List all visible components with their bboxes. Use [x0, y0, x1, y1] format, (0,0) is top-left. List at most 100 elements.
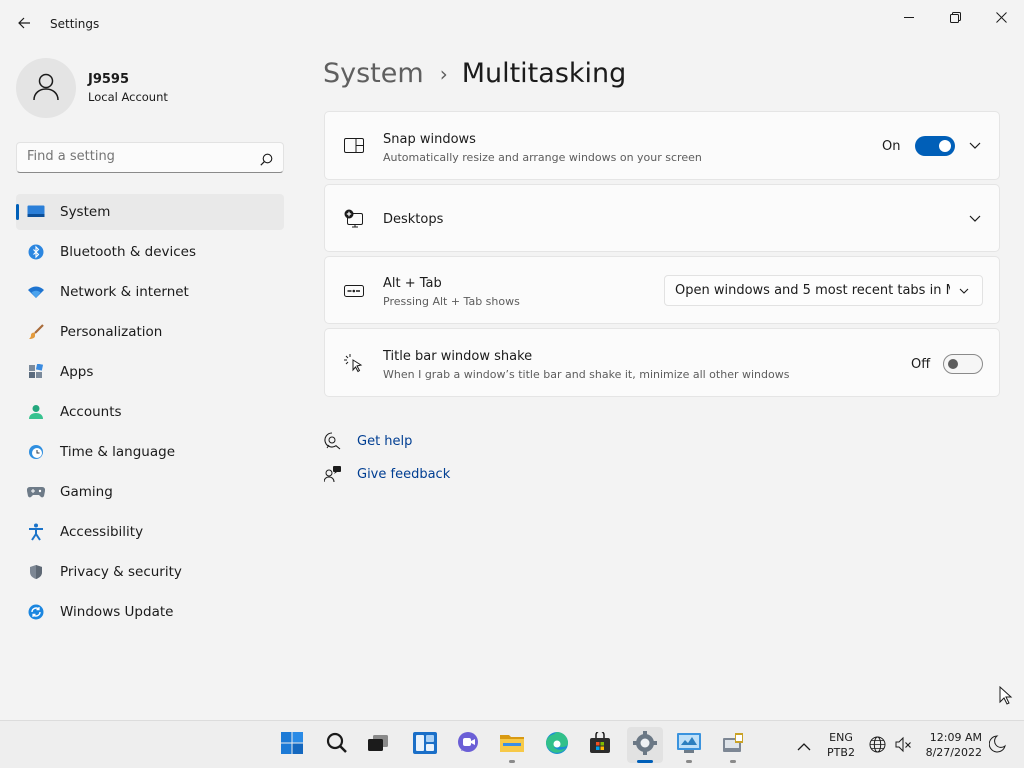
sidebar-item-label: Personalization	[60, 324, 163, 340]
get-help-label: Get help	[357, 433, 413, 449]
snap-windows-state: On	[882, 139, 901, 154]
search-input[interactable]	[27, 149, 247, 164]
title-bar-shake-state: Off	[911, 357, 931, 372]
give-feedback-label: Give feedback	[357, 466, 451, 482]
taskbar-search-button[interactable]	[319, 727, 355, 763]
sidebar-item-label: System	[60, 204, 111, 220]
device-manager-button[interactable]	[715, 727, 751, 763]
sidebar-item-label: Gaming	[60, 484, 113, 500]
widgets-button[interactable]	[407, 727, 443, 763]
running-indicator	[730, 760, 736, 763]
sidebar-item-windows-update[interactable]: Windows Update	[16, 594, 284, 630]
shield-icon	[27, 563, 45, 581]
volume-tray-icon[interactable]	[895, 736, 912, 757]
get-help-link[interactable]: Get help	[323, 431, 412, 451]
clock-time: 12:09 AM	[929, 731, 982, 744]
restore-button[interactable]	[933, 4, 977, 30]
desktops-icon	[343, 208, 365, 230]
breadcrumb-parent[interactable]: System	[323, 58, 424, 89]
avatar	[16, 58, 76, 118]
language-indicator[interactable]: ENG PTB2	[822, 730, 860, 760]
minimize-button[interactable]	[887, 4, 931, 30]
gamepad-icon	[27, 483, 45, 501]
sidebar-item-personalization[interactable]: Personalization	[16, 314, 284, 350]
user-profile[interactable]: J9595 Local Account	[16, 58, 168, 118]
title-bar-shake-toggle[interactable]	[943, 354, 983, 374]
settings-taskbar-button[interactable]	[627, 727, 663, 763]
accounts-icon	[27, 403, 45, 421]
close-button[interactable]	[979, 4, 1023, 30]
sidebar-item-network[interactable]: Network & internet	[16, 274, 284, 310]
alt-tab-selected-option: Open windows and 5 most recent tabs in M	[675, 283, 950, 298]
user-icon	[31, 71, 61, 105]
mouse-cursor-icon	[999, 685, 1013, 710]
feedback-icon	[323, 464, 343, 484]
start-button[interactable]	[274, 727, 310, 763]
breadcrumb-separator: ›	[439, 61, 448, 86]
desktops-title: Desktops	[383, 212, 444, 227]
title-bar: Settings	[0, 0, 1024, 48]
sidebar-item-accessibility[interactable]: Accessibility	[16, 514, 284, 550]
globe-icon	[869, 736, 886, 757]
wifi-icon	[27, 283, 45, 301]
running-indicator	[509, 760, 515, 763]
help-icon	[323, 431, 343, 451]
sidebar-item-label: Accounts	[60, 404, 122, 420]
sidebar-item-label: Windows Update	[60, 604, 174, 620]
clock-globe-icon	[27, 443, 45, 461]
restore-icon	[949, 8, 961, 27]
file-explorer-button[interactable]	[494, 727, 530, 763]
search-box[interactable]	[16, 142, 284, 173]
control-panel-icon	[676, 732, 702, 758]
search-icon[interactable]	[260, 151, 273, 170]
task-view-icon	[367, 734, 389, 756]
alt-tab-description: Pressing Alt + Tab shows	[383, 295, 520, 308]
sidebar-item-label: Time & language	[60, 444, 176, 460]
device-manager-icon	[721, 732, 745, 758]
keyboard-layout: PTB2	[827, 746, 855, 759]
update-icon	[27, 603, 45, 621]
alt-tab-card: Alt + Tab Pressing Alt + Tab shows Open …	[324, 256, 1000, 324]
minimize-icon	[903, 8, 915, 27]
shake-icon	[343, 353, 365, 375]
sidebar-item-apps[interactable]: Apps	[16, 354, 284, 390]
store-icon	[589, 730, 611, 758]
running-indicator	[686, 760, 692, 763]
sidebar-item-privacy[interactable]: Privacy & security	[16, 554, 284, 590]
sidebar-item-system[interactable]: System	[16, 194, 284, 230]
show-hidden-icons-button[interactable]	[797, 736, 811, 755]
snap-windows-icon	[343, 135, 365, 157]
chevron-up-icon	[797, 736, 811, 755]
control-panel-button[interactable]	[671, 727, 707, 763]
title-bar-shake-description: When I grab a window’s title bar and sha…	[383, 368, 790, 381]
speaker-muted-icon	[895, 736, 912, 757]
clock[interactable]: 12:09 AM 8/27/2022	[918, 730, 982, 760]
task-view-button[interactable]	[360, 727, 396, 763]
clock-date: 8/27/2022	[925, 746, 982, 759]
back-arrow-icon	[17, 15, 31, 34]
edge-button[interactable]	[539, 727, 575, 763]
network-tray-icon[interactable]	[869, 736, 886, 757]
desktops-card[interactable]: Desktops	[324, 184, 1000, 252]
close-icon	[995, 8, 1007, 27]
chevron-down-icon[interactable]	[967, 211, 983, 227]
give-feedback-link[interactable]: Give feedback	[323, 464, 450, 484]
snap-windows-card[interactable]: Snap windows Automatically resize and ar…	[324, 111, 1000, 180]
sidebar-item-gaming[interactable]: Gaming	[16, 474, 284, 510]
sidebar-item-bluetooth[interactable]: Bluetooth & devices	[16, 234, 284, 270]
store-button[interactable]	[582, 727, 618, 763]
sidebar-nav: System Bluetooth & devices Network & int…	[16, 194, 284, 634]
alt-tab-dropdown[interactable]: Open windows and 5 most recent tabs in M	[664, 275, 983, 306]
file-explorer-icon	[499, 732, 525, 758]
sidebar-item-accounts[interactable]: Accounts	[16, 394, 284, 430]
moon-icon	[988, 735, 1006, 757]
notifications-button[interactable]	[988, 735, 1006, 757]
system-icon	[27, 203, 45, 221]
profile-name: J9595	[88, 72, 130, 87]
back-button[interactable]	[10, 10, 38, 38]
chevron-down-icon[interactable]	[967, 138, 983, 154]
chat-button[interactable]	[450, 727, 486, 763]
sidebar-item-time-language[interactable]: Time & language	[16, 434, 284, 470]
snap-windows-toggle[interactable]	[915, 136, 955, 156]
title-bar-shake-card[interactable]: Title bar window shake When I grab a win…	[324, 328, 1000, 397]
